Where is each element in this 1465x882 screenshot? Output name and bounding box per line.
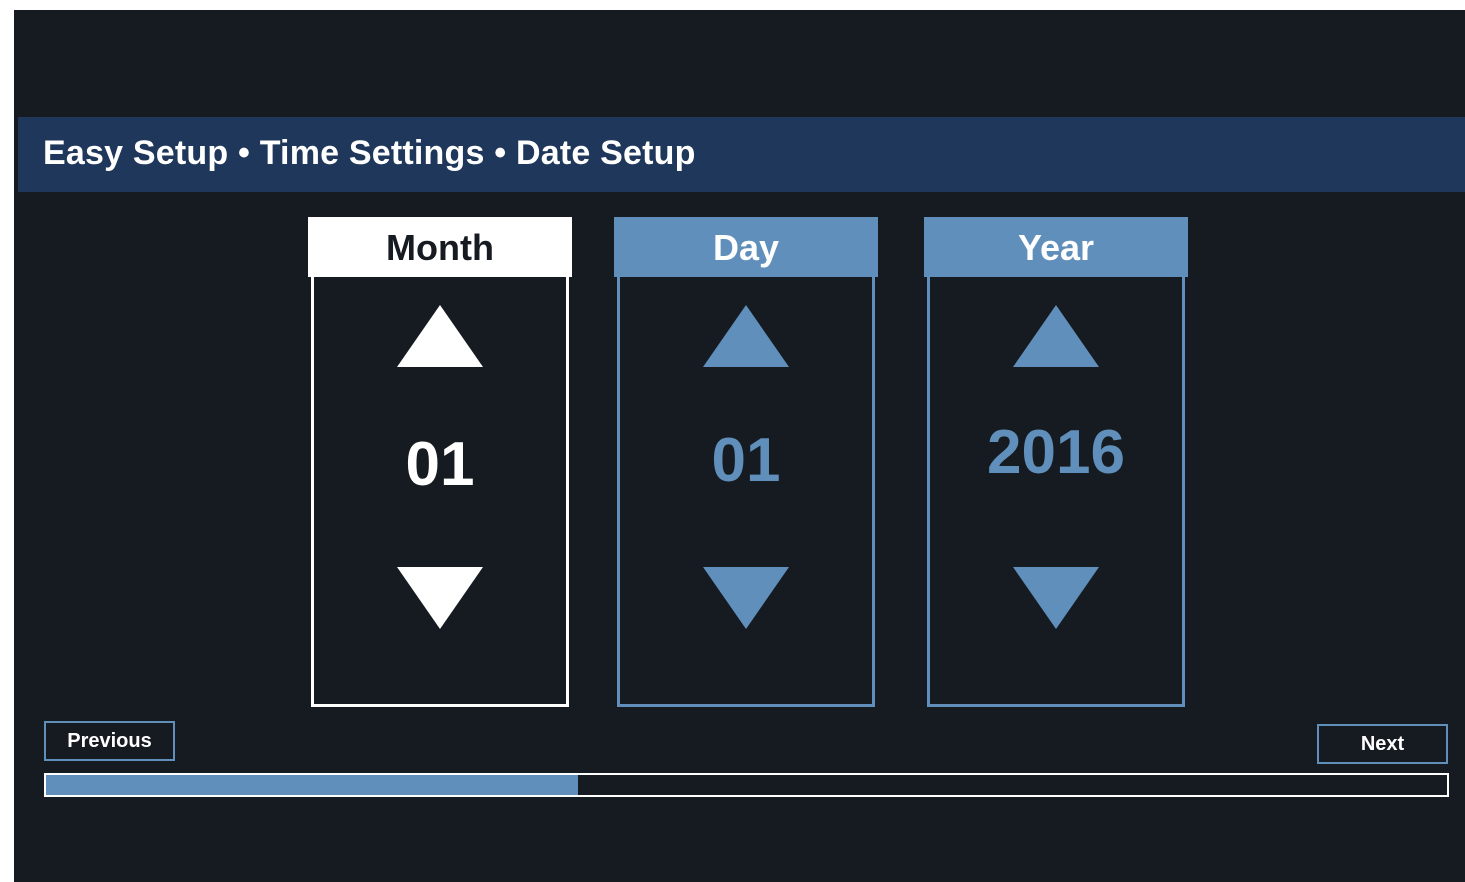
setup-screen: Easy Setup • Time Settings • Date Setup …	[14, 10, 1465, 882]
month-picker[interactable]: Month 01	[308, 217, 572, 709]
next-button[interactable]: Next	[1317, 724, 1448, 764]
year-spinner: 2016	[927, 277, 1185, 707]
year-increment-icon[interactable]	[1013, 305, 1099, 367]
day-label: Day	[614, 217, 878, 277]
day-spinner: 01	[617, 277, 875, 707]
page-title: Easy Setup • Time Settings • Date Setup	[43, 134, 696, 172]
year-label: Year	[924, 217, 1188, 277]
previous-button[interactable]: Previous	[44, 721, 175, 761]
month-label: Month	[308, 217, 572, 277]
month-increment-icon[interactable]	[397, 305, 483, 367]
day-value: 01	[711, 426, 781, 495]
year-decrement-icon[interactable]	[1013, 567, 1099, 629]
progress-fill	[46, 775, 579, 795]
month-value: 01	[405, 430, 475, 499]
year-picker[interactable]: Year 2016	[924, 217, 1188, 709]
day-increment-icon[interactable]	[703, 305, 789, 367]
year-value: 2016	[987, 418, 1125, 487]
day-decrement-icon[interactable]	[703, 567, 789, 629]
month-spinner: 01	[311, 277, 569, 707]
month-decrement-icon[interactable]	[397, 567, 483, 629]
day-picker[interactable]: Day 01	[614, 217, 878, 709]
setup-progress-bar	[44, 773, 1449, 797]
